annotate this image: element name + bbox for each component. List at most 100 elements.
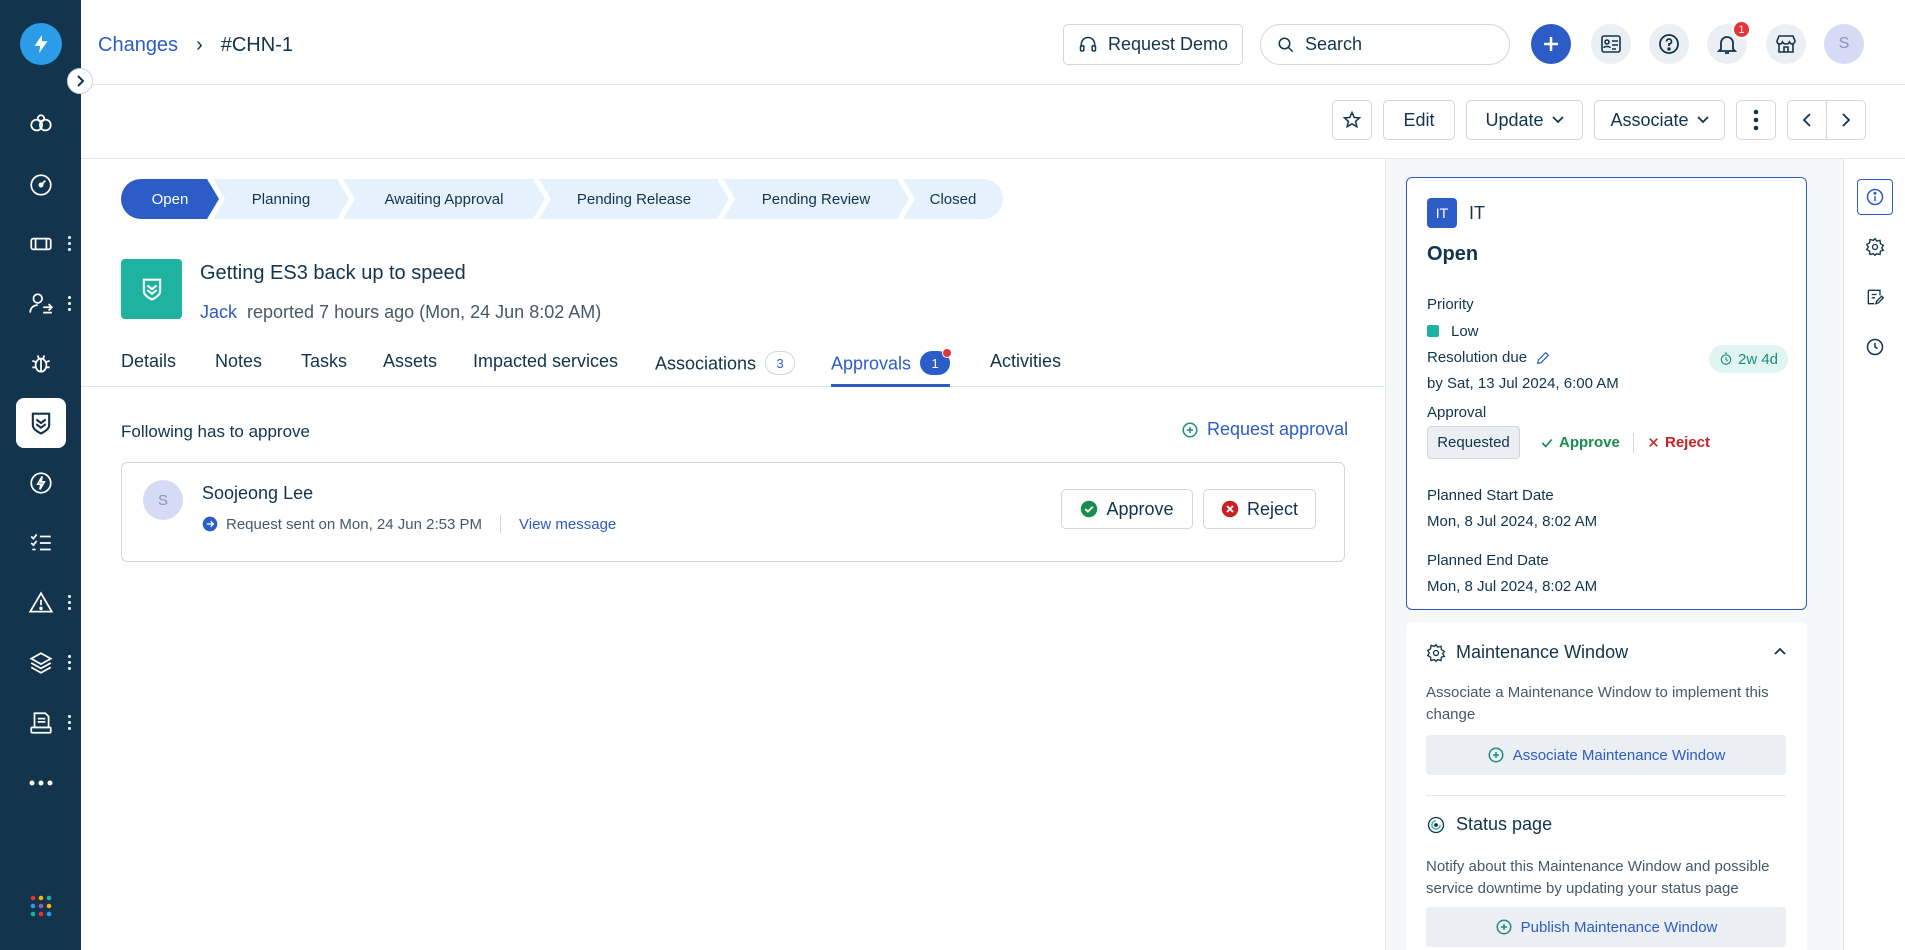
previous-ticket-button[interactable] — [1787, 100, 1827, 140]
breadcrumb-changes-link[interactable]: Changes — [98, 34, 178, 57]
sidebar-changes-icon[interactable] — [16, 398, 66, 448]
sidebar-more-dots-icon[interactable] — [68, 296, 74, 311]
panel-approve-link[interactable]: Approve — [1540, 434, 1620, 451]
approve-label: Approve — [1106, 498, 1174, 519]
tab-impacted-services[interactable]: Impacted services — [473, 351, 618, 387]
stage-planning[interactable]: Planning — [213, 179, 349, 219]
chevron-up-icon[interactable] — [1773, 646, 1787, 656]
request-sent-info: Request sent on Mon, 24 Jun 2:53 PM View… — [202, 515, 616, 533]
sidebar-more-dots-icon[interactable] — [68, 236, 74, 251]
search-input[interactable]: Search — [1260, 24, 1510, 65]
sidebar-releases-icon[interactable] — [20, 462, 62, 504]
breadcrumb-current: #CHN-1 — [220, 34, 293, 56]
approver-card: S Soojeong Lee Request sent on Mon, 24 J… — [121, 462, 1345, 562]
stage-open[interactable]: Open — [121, 179, 219, 219]
history-panel-tab[interactable] — [1857, 329, 1893, 365]
sidebar-more-dots-icon[interactable] — [68, 715, 74, 730]
catalog-icon — [1601, 35, 1621, 53]
due-countdown: 2w 4d — [1737, 350, 1779, 368]
search-placeholder: Search — [1305, 34, 1363, 54]
user-avatar[interactable]: S — [1824, 24, 1864, 64]
priority-indicator — [1427, 325, 1439, 337]
more-options-button[interactable] — [1736, 100, 1776, 140]
request-approval-link[interactable]: Request approval — [1181, 419, 1348, 440]
planned-end-value: Mon, 8 Jul 2024, 8:02 AM — [1427, 578, 1598, 595]
sidebar-tickets-icon[interactable] — [20, 223, 62, 265]
approval-status-chip: Requested — [1427, 426, 1520, 459]
sidebar-more-dots-icon[interactable] — [68, 595, 74, 610]
approver-name: Soojeong Lee — [202, 483, 314, 503]
due-countdown-chip: 2w 4d — [1709, 345, 1788, 373]
stage-closed[interactable]: Closed — [903, 179, 1003, 219]
sidebar-tasks-icon[interactable] — [20, 522, 62, 564]
properties-panel: IT IT Open Priority Low Resolution due b… — [1385, 159, 1843, 950]
sidebar-requesters-icon[interactable] — [20, 283, 62, 325]
associate-dropdown-button[interactable]: Associate — [1594, 100, 1725, 140]
plus-circle-icon — [1488, 747, 1504, 763]
view-message-link[interactable]: View message — [519, 516, 616, 533]
approval-label: Approval — [1427, 404, 1487, 421]
help-button[interactable] — [1649, 24, 1689, 64]
approvals-count-badge: 1 — [920, 348, 953, 375]
request-demo-label: Request Demo — [1107, 34, 1229, 54]
publish-maintenance-window-button[interactable]: Publish Maintenance Window — [1426, 907, 1786, 947]
update-dropdown-button[interactable]: Update — [1466, 100, 1583, 140]
sidebar-assets-icon[interactable] — [20, 642, 62, 684]
sidebar-more-dots-icon[interactable] — [68, 655, 74, 670]
app-switcher-icon[interactable] — [20, 885, 62, 927]
panel-switcher — [1843, 159, 1905, 950]
tab-tasks[interactable]: Tasks — [301, 351, 347, 387]
marketplace-button[interactable] — [1766, 24, 1806, 64]
sidebar-reports-icon[interactable] — [20, 702, 62, 744]
associate-maintenance-window-button[interactable]: Associate Maintenance Window — [1426, 735, 1786, 775]
sidebar-dashboard-icon[interactable] — [20, 164, 62, 206]
app-logo-icon[interactable] — [20, 23, 62, 65]
sidebar-problems-icon[interactable] — [20, 342, 62, 384]
service-catalog-button[interactable] — [1591, 24, 1631, 64]
tab-notes[interactable]: Notes — [215, 351, 262, 387]
check-icon — [1541, 438, 1553, 448]
maintenance-window-description: Associate a Maintenance Window to implem… — [1426, 684, 1769, 723]
sidebar-expand-button[interactable] — [67, 68, 93, 94]
tab-associations[interactable]: Associations 3 — [655, 351, 796, 387]
tab-approvals[interactable]: Approvals 1 — [831, 348, 953, 387]
pencil-icon[interactable] — [1535, 350, 1551, 366]
reporter-link[interactable]: Jack — [200, 302, 237, 322]
tab-assets[interactable]: Assets — [383, 351, 437, 387]
stage-pending-release[interactable]: Pending Release — [539, 179, 729, 219]
create-new-button[interactable] — [1531, 24, 1571, 64]
notifications-button[interactable]: 1 — [1707, 20, 1751, 64]
chevron-down-icon — [1551, 116, 1564, 124]
reject-button[interactable]: Reject — [1203, 489, 1316, 529]
tab-associations-label: Associations — [655, 353, 757, 374]
request-approval-label: Request approval — [1207, 419, 1349, 439]
reporter-info: Jack reported 7 hours ago (Mon, 24 Jun 8:… — [200, 302, 601, 323]
arrow-right-circle-icon — [202, 516, 218, 532]
tab-activities[interactable]: Activities — [990, 351, 1061, 387]
next-ticket-button[interactable] — [1826, 100, 1866, 140]
change-type-icon — [121, 259, 182, 319]
priority-text: Low — [1451, 323, 1479, 340]
sidebar-more-icon[interactable] — [20, 762, 62, 804]
favorite-button[interactable] — [1332, 100, 1372, 140]
notes-panel-tab[interactable] — [1857, 279, 1893, 315]
request-demo-button[interactable]: Request Demo — [1063, 24, 1243, 65]
approve-button[interactable]: Approve — [1061, 489, 1193, 529]
status-page-description: Notify about this Maintenance Window and… — [1426, 858, 1770, 897]
info-panel-tab[interactable] — [1857, 179, 1893, 215]
panel-reject-link[interactable]: Reject — [1647, 434, 1710, 451]
sidebar-alerts-icon[interactable] — [20, 582, 62, 624]
stage-label: Pending Release — [576, 190, 692, 208]
ticket-status: Open — [1427, 243, 1479, 265]
stage-awaiting-approval[interactable]: Awaiting Approval — [343, 179, 545, 219]
notification-count-badge: 1 — [1732, 20, 1751, 39]
stage-pending-review[interactable]: Pending Review — [723, 179, 909, 219]
associate-maintenance-window-label: Associate Maintenance Window — [1512, 746, 1726, 764]
associations-count-badge: 3 — [765, 351, 796, 375]
maintenance-window-title-text: Maintenance Window — [1456, 642, 1629, 662]
edit-button[interactable]: Edit — [1383, 100, 1455, 140]
unread-dot — [942, 348, 953, 358]
tab-details[interactable]: Details — [121, 351, 176, 387]
sidebar-integrations-icon[interactable] — [20, 104, 62, 146]
settings-panel-tab[interactable] — [1857, 229, 1893, 265]
